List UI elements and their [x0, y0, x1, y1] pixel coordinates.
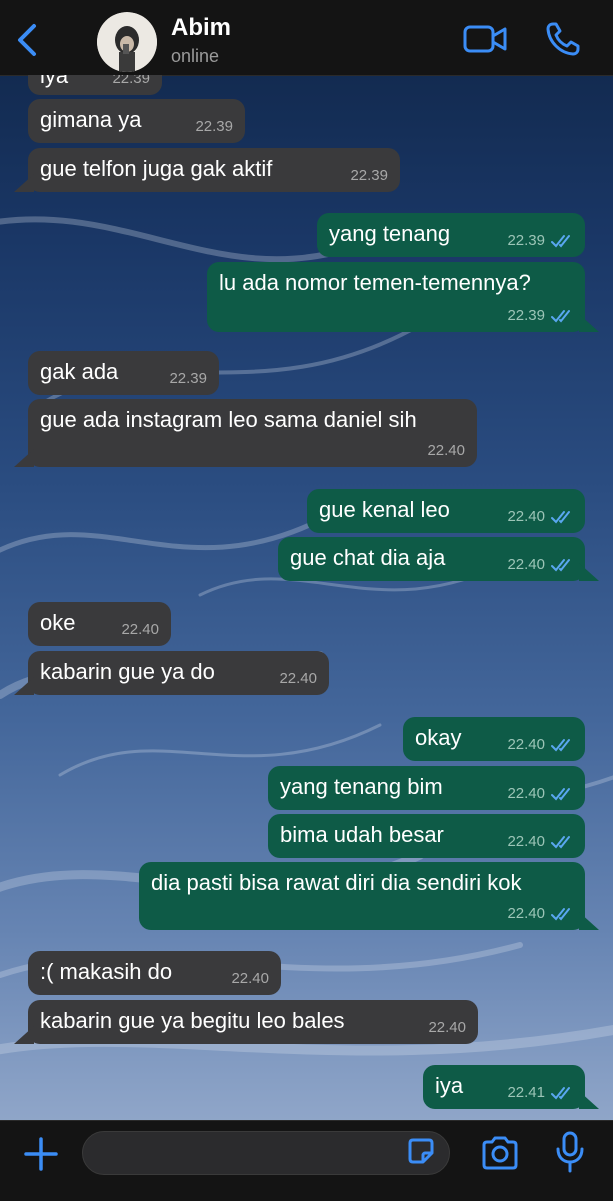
microphone-icon[interactable]: [555, 1131, 585, 1173]
double-check-icon: [551, 1087, 570, 1100]
message-outgoing[interactable]: yang tenang 22.39: [317, 213, 585, 257]
message-time: 22.41: [507, 1084, 545, 1101]
message-time: 22.40: [427, 442, 465, 459]
message-time: 22.40: [428, 1019, 466, 1036]
message-time: 22.40: [121, 621, 159, 638]
message-outgoing[interactable]: lu ada nomor temen-temennya? 22.39: [207, 262, 585, 332]
message-outgoing[interactable]: iya 22.41: [423, 1065, 585, 1109]
message-time: 22.40: [507, 785, 545, 802]
double-check-icon: [551, 310, 570, 323]
message-time: 22.40: [507, 508, 545, 525]
message-outgoing[interactable]: yang tenang bim 22.40: [268, 766, 585, 810]
message-time: 22.40: [279, 670, 317, 687]
message-incoming[interactable]: gimana ya 22.39: [28, 99, 245, 143]
composer-bar: [0, 1120, 613, 1201]
message-incoming[interactable]: :( makasih do 22.40: [28, 951, 281, 995]
message-time: 22.39: [112, 75, 150, 87]
video-icon[interactable]: [462, 22, 508, 56]
message-time: 22.40: [231, 970, 269, 987]
double-check-icon: [551, 908, 570, 921]
message-time: 22.40: [507, 556, 545, 573]
message-incoming[interactable]: oke 22.40: [28, 602, 171, 646]
sticker-icon[interactable]: [405, 1135, 437, 1167]
double-check-icon: [551, 739, 570, 752]
message-outgoing[interactable]: gue kenal leo 22.40: [307, 489, 585, 533]
double-check-icon: [551, 559, 570, 572]
message-incoming[interactable]: kabarin gue ya do 22.40: [28, 651, 329, 695]
message-time: 22.40: [507, 736, 545, 753]
avatar[interactable]: [97, 12, 157, 72]
double-check-icon: [551, 836, 570, 849]
message-input[interactable]: [82, 1131, 450, 1175]
message-time: 22.39: [507, 232, 545, 249]
double-check-icon: [551, 511, 570, 524]
message-time: 22.40: [507, 905, 545, 922]
message-outgoing[interactable]: gue chat dia aja 22.40: [278, 537, 585, 581]
contact-name[interactable]: Abim: [171, 14, 231, 42]
message-outgoing[interactable]: bima udah besar 22.40: [268, 814, 585, 858]
message-time: 22.40: [507, 833, 545, 850]
message-time: 22.39: [169, 370, 207, 387]
message-list[interactable]: iya 22.39 gimana ya 22.39 gue telfon jug…: [0, 75, 613, 1120]
double-check-icon: [551, 235, 570, 248]
message-outgoing[interactable]: dia pasti bisa rawat diri dia sendiri ko…: [139, 862, 585, 930]
message-time: 22.39: [507, 307, 545, 324]
message-incoming[interactable]: kabarin gue ya begitu leo bales 22.40: [28, 1000, 478, 1044]
message-time: 22.39: [350, 167, 388, 184]
message-time: 22.39: [195, 118, 233, 135]
message-incoming[interactable]: iya 22.39: [28, 75, 162, 95]
contact-status: online: [171, 46, 220, 66]
message-outgoing[interactable]: okay 22.40: [403, 717, 585, 761]
camera-icon[interactable]: [480, 1135, 520, 1171]
chevron-left-icon[interactable]: [10, 20, 46, 60]
chat-header: Abim online: [0, 0, 613, 76]
message-incoming[interactable]: gue ada instagram leo sama daniel sih 22…: [28, 399, 477, 467]
message-incoming[interactable]: gak ada 22.39: [28, 351, 219, 395]
message-incoming[interactable]: gue telfon juga gak aktif 22.39: [28, 148, 400, 192]
double-check-icon: [551, 788, 570, 801]
plus-icon[interactable]: [22, 1135, 60, 1173]
phone-icon[interactable]: [544, 20, 582, 58]
